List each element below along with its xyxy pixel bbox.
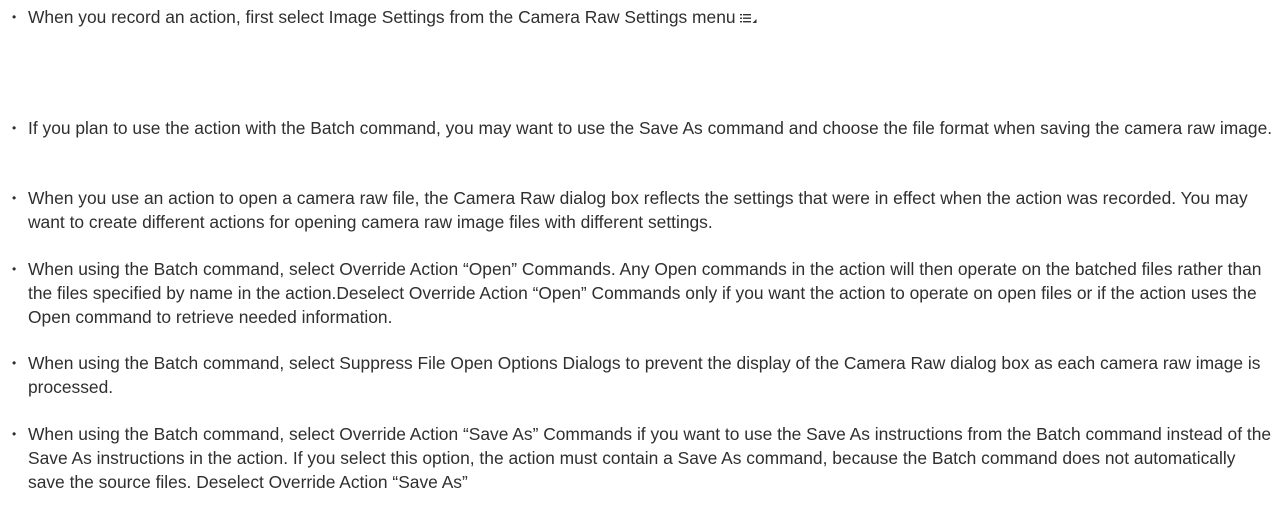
bullet: • [12, 262, 17, 276]
list-item: • When using the Batch command, select O… [12, 257, 1274, 329]
list-item-text: When you record an action, first select … [28, 5, 1274, 29]
list-item-text: When using the Batch command, select Ove… [28, 259, 1262, 327]
settings-menu-icon[interactable] [739, 13, 757, 24]
list-item: • If you plan to use the action with the… [12, 116, 1274, 140]
bullet: • [12, 356, 17, 370]
list-item-text: If you plan to use the action with the B… [28, 118, 1273, 138]
bullet: • [12, 427, 17, 441]
list-item: • When using the Batch command, select S… [12, 351, 1274, 399]
bullet: • [12, 121, 17, 135]
list-item-text: When you use an action to open a camera … [28, 188, 1248, 232]
list-item-text: When using the Batch command, select Sup… [28, 353, 1261, 397]
list-item: • When you record an action, first selec… [12, 5, 1274, 29]
bullet: • [12, 10, 17, 24]
list-item: • When using the Batch command, select O… [12, 422, 1274, 494]
bullet: • [12, 191, 17, 205]
list-item: • When you use an action to open a camer… [12, 186, 1274, 234]
list-item-text: When using the Batch command, select Ove… [28, 424, 1272, 492]
